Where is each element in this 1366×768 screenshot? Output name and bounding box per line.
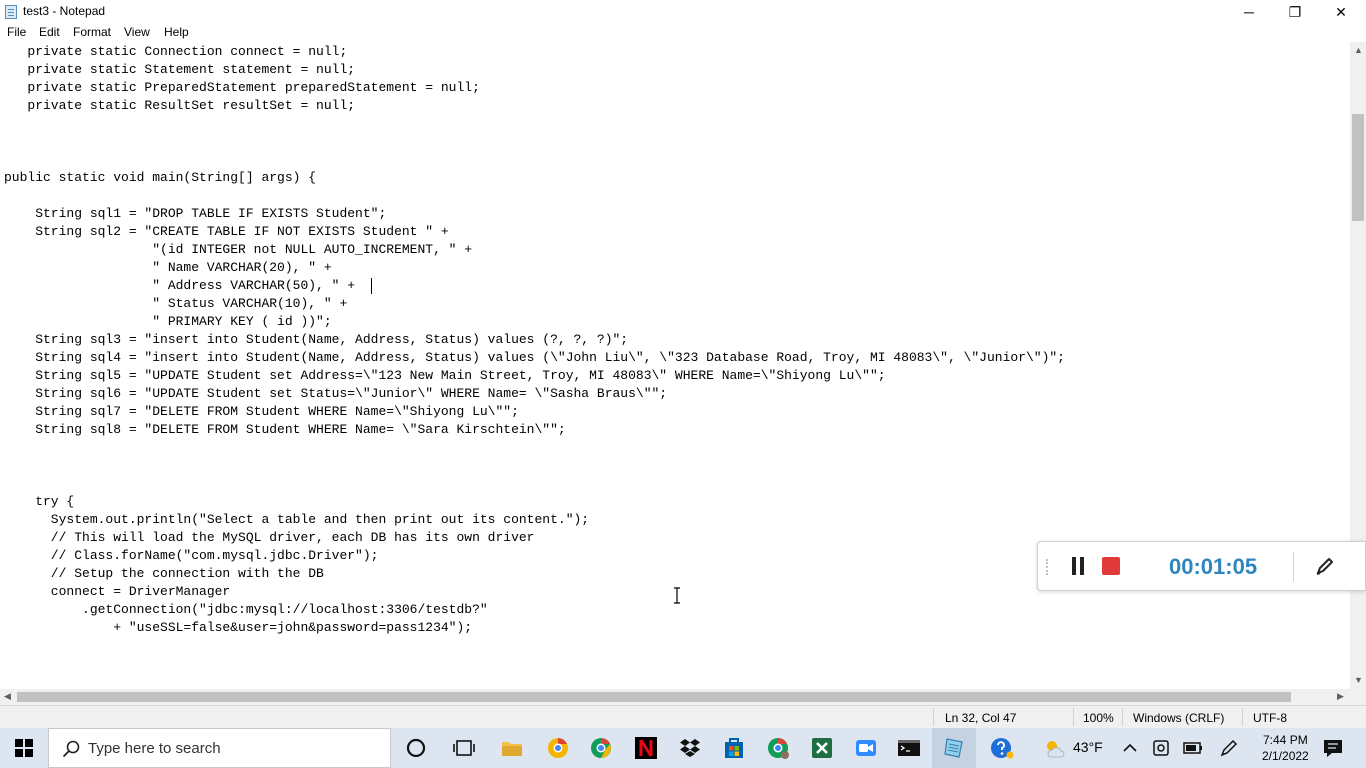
meet-now-icon[interactable] xyxy=(1149,736,1173,760)
pen-icon[interactable] xyxy=(1314,555,1336,577)
recorder-divider xyxy=(1293,552,1294,582)
close-button[interactable]: ✕ xyxy=(1318,0,1364,24)
chrome-profile-icon[interactable] xyxy=(766,736,790,760)
line-ending: Windows (CRLF) xyxy=(1133,711,1225,725)
excel-icon[interactable] xyxy=(810,736,834,760)
title-bar: test3 - Notepad ─ ❐ ✕ xyxy=(0,0,1366,24)
menu-bar: File Edit Format View Help xyxy=(0,24,1366,42)
menu-view[interactable]: View xyxy=(124,25,150,39)
notepad-icon xyxy=(5,5,17,19)
task-view-icon[interactable] xyxy=(452,736,476,760)
clock-time: 7:44 PM xyxy=(1263,733,1308,747)
text-caret xyxy=(371,278,372,294)
cortana-icon[interactable] xyxy=(404,736,428,760)
weather-temperature[interactable]: 43°F xyxy=(1073,739,1103,755)
recording-timer: 00:01:05 xyxy=(1169,554,1258,579)
code-text[interactable]: private static Connection connect = null… xyxy=(4,43,1065,637)
notepad-icon[interactable] xyxy=(942,736,966,760)
clock[interactable]: 7:44 PM 2/1/2022 xyxy=(1262,732,1309,764)
menu-file[interactable]: File xyxy=(7,25,26,39)
search-placeholder: Type here to search xyxy=(88,740,221,757)
screen-recorder-widget: 00:01:05 xyxy=(1037,541,1366,591)
status-divider xyxy=(1242,708,1243,726)
search-icon xyxy=(62,740,80,758)
stop-icon[interactable] xyxy=(1102,557,1120,575)
taskbar-search[interactable]: Type here to search xyxy=(48,728,391,768)
window-title: test3 - Notepad xyxy=(23,4,106,18)
scrollbar-corner xyxy=(1350,689,1366,705)
menu-help[interactable]: Help xyxy=(164,25,189,39)
text-editor[interactable]: private static Connection connect = null… xyxy=(0,42,1350,689)
pause-icon[interactable] xyxy=(1071,557,1085,575)
status-divider xyxy=(1122,708,1123,726)
file-explorer-icon[interactable] xyxy=(500,736,524,760)
pen-workspace-icon[interactable] xyxy=(1217,736,1241,760)
horizontal-scroll-thumb[interactable] xyxy=(17,692,1291,702)
ibeam-cursor-icon xyxy=(674,587,680,604)
status-divider xyxy=(933,708,934,726)
encoding: UTF-8 xyxy=(1253,711,1287,725)
vertical-scroll-thumb[interactable] xyxy=(1352,114,1364,221)
store-icon[interactable] xyxy=(722,736,746,760)
chrome-canary-icon[interactable] xyxy=(546,736,570,760)
drag-handle-icon[interactable] xyxy=(1046,559,1051,575)
chevron-up-icon[interactable] xyxy=(1118,736,1142,760)
chrome-icon[interactable] xyxy=(589,736,613,760)
notification-icon[interactable] xyxy=(1321,736,1345,760)
start-button[interactable] xyxy=(0,728,48,768)
scroll-right-icon[interactable]: ▶ xyxy=(1337,691,1344,702)
maximize-button[interactable]: ❐ xyxy=(1272,0,1318,24)
status-divider xyxy=(1073,708,1074,726)
scroll-up-icon[interactable]: ▲ xyxy=(1354,45,1363,55)
scroll-down-icon[interactable]: ▼ xyxy=(1354,675,1363,685)
netflix-icon[interactable] xyxy=(634,736,658,760)
cursor-position: Ln 32, Col 47 xyxy=(945,711,1017,725)
zoom-icon[interactable] xyxy=(854,736,878,760)
dropbox-icon[interactable] xyxy=(678,736,702,760)
help-icon[interactable] xyxy=(990,736,1014,760)
battery-icon[interactable] xyxy=(1181,736,1205,760)
weather-icon[interactable] xyxy=(1042,736,1066,760)
terminal-icon[interactable] xyxy=(897,736,921,760)
taskbar: Type here to search 43°F 7:44 PM 2/1/202… xyxy=(0,728,1366,768)
menu-format[interactable]: Format xyxy=(73,25,111,39)
clock-date: 2/1/2022 xyxy=(1262,749,1309,763)
status-bar: Ln 32, Col 47 100% Windows (CRLF) UTF-8 xyxy=(0,705,1366,728)
minimize-button[interactable]: ─ xyxy=(1226,0,1272,24)
windows-start-icon xyxy=(15,739,33,757)
zoom-level: 100% xyxy=(1083,711,1114,725)
menu-edit[interactable]: Edit xyxy=(39,25,60,39)
scroll-left-icon[interactable]: ◀ xyxy=(4,691,11,702)
